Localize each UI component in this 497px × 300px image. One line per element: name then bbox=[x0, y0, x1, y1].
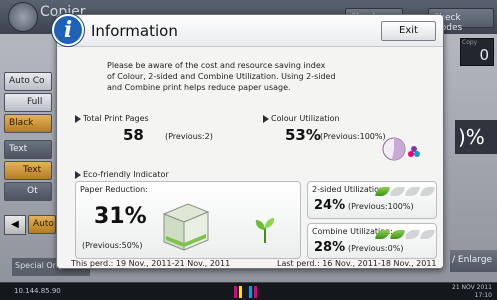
cmy-toner-icon bbox=[408, 146, 420, 157]
combine-utilization-panel: Combine Utilization: 28% (Previous:0%) bbox=[307, 223, 437, 259]
notice-line: and Combine print helps reduce paper usa… bbox=[107, 83, 291, 92]
info-icon: i bbox=[52, 14, 84, 46]
copier-app-icon bbox=[8, 2, 38, 32]
total-print-pages-heading: Total Print Pages bbox=[75, 114, 149, 123]
toner-bar bbox=[254, 286, 257, 298]
paper-reduction-value: 31% bbox=[94, 204, 147, 229]
ratio-display: )% bbox=[455, 120, 497, 154]
toner-bar bbox=[259, 286, 262, 298]
toner-bar bbox=[249, 286, 252, 298]
combine-utilization-value: 28% bbox=[314, 240, 346, 255]
total-print-pages-value: 58 bbox=[123, 126, 144, 144]
period-info: This perd.: 19 Nov., 2011-21 Nov., 2011 … bbox=[65, 259, 437, 269]
leaf-on-icon bbox=[390, 230, 405, 239]
auto-reduce-button[interactable]: Auto bbox=[28, 215, 56, 234]
toner-level-indicator bbox=[234, 286, 262, 298]
two-sided-leaf-rating bbox=[375, 187, 435, 196]
combine-leaf-rating bbox=[375, 230, 435, 239]
status-bar: 10.144.85.90 21 NOV 2011 17:10 bbox=[0, 282, 497, 300]
leaf-off-icon bbox=[405, 230, 420, 239]
colour-utilization-previous: (Previous:100%) bbox=[320, 132, 386, 141]
enlarge-button[interactable]: / Enlarge bbox=[450, 250, 497, 272]
arrow-icon bbox=[263, 114, 269, 123]
leaf-off-icon bbox=[390, 187, 405, 196]
status-date: 21 NOV 2011 bbox=[452, 284, 492, 291]
last-period: Last perd.: 16 Nov., 2011-18 Nov., 2011 bbox=[277, 259, 437, 268]
notice-line: Please be aware of the cost and resource… bbox=[107, 61, 326, 70]
notice-text: Please be aware of the cost and resource… bbox=[107, 60, 407, 93]
auto-colour-button[interactable]: Auto Co bbox=[4, 72, 52, 91]
leaf-off-icon bbox=[405, 187, 420, 196]
scroll-left-arrow-icon[interactable]: ◀ bbox=[4, 215, 26, 235]
full-colour-button[interactable]: Full bbox=[4, 93, 52, 112]
colour-utilization-value: 53% bbox=[285, 126, 321, 144]
text-button[interactable]: Text bbox=[4, 140, 52, 159]
leaf-on-icon bbox=[375, 187, 390, 196]
leaf-off-icon bbox=[420, 230, 435, 239]
paper-reduction-label: Paper Reduction: bbox=[80, 185, 148, 194]
text-photo-button[interactable]: Text bbox=[4, 161, 52, 180]
toner-bar bbox=[239, 286, 242, 298]
eco-friendly-label: Eco-friendly Indicator bbox=[83, 170, 169, 179]
colour-utilization-label: Colour Utilization bbox=[271, 114, 340, 123]
colour-utilization-heading: Colour Utilization bbox=[263, 114, 340, 123]
two-sided-utilization-panel: 2-sided Utilization: 24% (Previous:100%) bbox=[307, 181, 437, 219]
sprout-icon bbox=[255, 218, 275, 243]
ip-address: 10.144.85.90 bbox=[14, 287, 61, 295]
leaf-on-icon bbox=[375, 230, 390, 239]
arrow-icon bbox=[75, 170, 81, 179]
this-period: This perd.: 19 Nov., 2011-21 Nov., 2011 bbox=[71, 259, 231, 268]
two-sided-utilization-previous: (Previous:100%) bbox=[348, 202, 414, 211]
copy-counter-label: Copy bbox=[462, 39, 478, 46]
dialog-header: Information Exit bbox=[57, 15, 443, 47]
status-time: 17:10 bbox=[474, 292, 492, 299]
date-time: 21 NOV 2011 17:10 bbox=[452, 284, 492, 300]
paper-stack-box-icon bbox=[162, 203, 210, 251]
paper-reduction-panel: Paper Reduction: 31% (Previous:50%) bbox=[75, 181, 301, 259]
leaf-off-icon bbox=[420, 187, 435, 196]
dialog-title: Information bbox=[91, 22, 178, 40]
black-button[interactable]: Black bbox=[4, 114, 52, 133]
information-dialog: Information Exit Please be aware of the … bbox=[56, 14, 444, 269]
two-sided-utilization-value: 24% bbox=[314, 198, 346, 213]
eco-friendly-heading: Eco-friendly Indicator bbox=[75, 170, 169, 179]
toner-bar bbox=[244, 286, 247, 298]
notice-line: of Colour, 2-sided and Combine Utilizati… bbox=[107, 72, 336, 81]
paper-reduction-previous: (Previous:50%) bbox=[82, 241, 143, 250]
total-print-pages-label: Total Print Pages bbox=[83, 114, 149, 123]
combine-utilization-previous: (Previous:0%) bbox=[348, 244, 404, 253]
total-print-pages-previous: (Previous:2) bbox=[165, 132, 213, 141]
exit-button[interactable]: Exit bbox=[381, 21, 436, 41]
colour-utilization-pie-icon bbox=[382, 137, 406, 161]
toner-bar bbox=[234, 286, 237, 298]
arrow-icon bbox=[75, 114, 81, 123]
other-mode-button[interactable]: Ot bbox=[4, 182, 52, 201]
